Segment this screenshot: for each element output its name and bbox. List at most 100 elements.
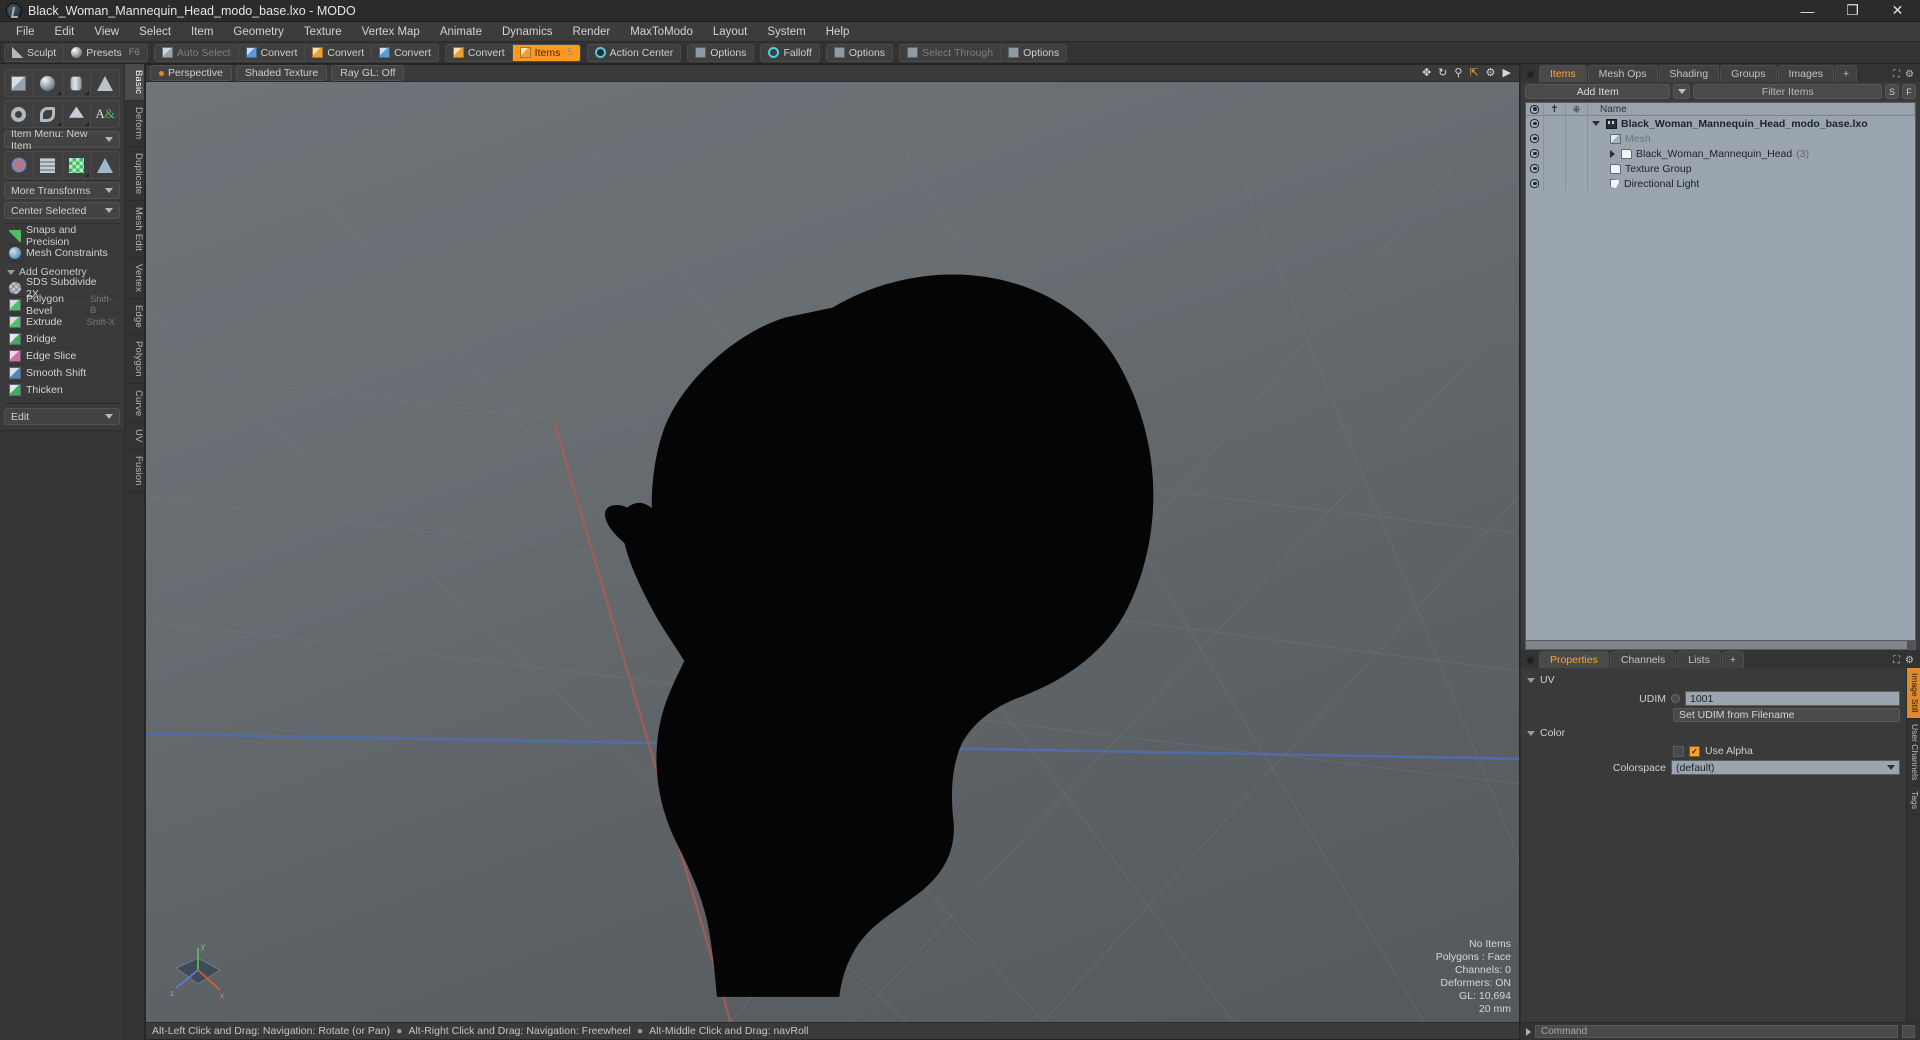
more-transforms-dropdown[interactable]: More Transforms (4, 182, 120, 199)
bridge-item[interactable]: Bridge (4, 331, 120, 348)
menu-vertex-map[interactable]: Vertex Map (352, 24, 430, 40)
row-name-cell-4[interactable]: Directional Light (1588, 176, 1915, 191)
vtab-curve[interactable]: Curve (125, 384, 144, 424)
play-icon[interactable]: ▶ (1503, 67, 1511, 79)
column-transform[interactable]: ⎈ (1566, 103, 1588, 115)
vtab-vertex[interactable]: Vertex (125, 258, 144, 300)
expander-right-icon[interactable] (1610, 149, 1615, 158)
cube-primitive-button[interactable] (5, 70, 34, 96)
extrude-item[interactable]: Extrude Shift-X (4, 314, 120, 331)
tab-properties-add[interactable]: + (1721, 651, 1744, 668)
toolbar-convert-button-3[interactable]: Convert (372, 45, 438, 61)
toolbar-convert-button-1[interactable]: Convert (239, 44, 306, 61)
table-row[interactable]: Black_Woman_Mannequin_Head (3) (1526, 146, 1915, 161)
use-alpha-prefix-box[interactable] (1673, 745, 1684, 757)
toolbar-convert-button-2[interactable]: Convert (305, 44, 373, 61)
toolbar-options-button-2[interactable]: Options (827, 45, 892, 61)
set-udim-button[interactable]: Set UDIM from Filename (1673, 708, 1900, 722)
vtab-deform[interactable]: Deform (125, 101, 144, 147)
menu-view[interactable]: View (84, 24, 129, 40)
text-primitive-button[interactable]: A& (91, 101, 119, 127)
cone-primitive-button[interactable] (91, 70, 119, 96)
row-name-cell-1[interactable]: Mesh (1588, 131, 1915, 146)
tab-images[interactable]: Images (1777, 65, 1834, 82)
tab-items[interactable]: Items (1539, 65, 1587, 82)
row-lock-cell-4[interactable] (1544, 176, 1566, 191)
smooth-shift-item[interactable]: Smooth Shift (4, 365, 120, 382)
edit-dropdown[interactable]: Edit (4, 408, 120, 425)
tab-groups[interactable]: Groups (1720, 65, 1777, 82)
menu-geometry[interactable]: Geometry (223, 24, 294, 40)
item-menu-dropdown[interactable]: Item Menu: New Item (4, 128, 120, 152)
properties-menu-icon[interactable] (1527, 657, 1534, 664)
polygon-bevel-item[interactable]: Polygon Bevel Shift-B (4, 293, 120, 317)
udim-input[interactable]: 1001 (1685, 691, 1900, 706)
colorspace-select[interactable]: (default) (1671, 760, 1900, 775)
row-name-cell-0[interactable]: Black_Woman_Mannequin_Head_modo_base.lxo (1588, 116, 1915, 131)
tab-channels[interactable]: Channels (1609, 651, 1677, 668)
maximize-button[interactable]: ❐ (1830, 0, 1875, 21)
minimize-button[interactable]: — (1785, 0, 1830, 21)
fit-icon[interactable]: ⇱ (1469, 67, 1478, 79)
gear-icon[interactable]: ⚙ (1486, 67, 1496, 79)
edge-slice-item[interactable]: Edge Slice (4, 348, 120, 365)
row-name-cell-3[interactable]: Texture Group (1588, 161, 1915, 176)
mesh-constraints-item[interactable]: Mesh Constraints (4, 245, 120, 262)
column-visibility[interactable] (1526, 103, 1544, 115)
row-transform-cell-0[interactable] (1566, 116, 1588, 131)
toolbar-options-button-3[interactable]: Options (1001, 45, 1066, 61)
menu-help[interactable]: Help (816, 24, 860, 40)
grid-deform-button[interactable] (34, 152, 63, 178)
viewport-perspective-dropdown[interactable]: Perspective (150, 65, 232, 81)
toolbar-auto-select-button[interactable]: Auto Select (155, 44, 239, 61)
color-section-header[interactable]: Color (1521, 724, 1906, 742)
menu-animate[interactable]: Animate (430, 24, 492, 40)
menu-file[interactable]: File (6, 24, 45, 40)
snaps-and-precision-item[interactable]: Snaps and Precision (4, 224, 120, 248)
viewport-shading-dropdown[interactable]: Shaded Texture (235, 65, 328, 81)
vtab-uv[interactable]: UV (125, 423, 144, 450)
row-lock-cell-0[interactable] (1544, 116, 1566, 131)
sphere-primitive-button[interactable] (34, 70, 63, 96)
menu-edit[interactable]: Edit (45, 24, 85, 40)
properties-options-icon[interactable]: ⚙ (1905, 655, 1914, 666)
close-button[interactable]: ✕ (1875, 0, 1920, 21)
command-input[interactable]: Command (1535, 1025, 1898, 1038)
toolbar-sculpt-button[interactable]: Sculpt (5, 44, 65, 61)
toolbar-select-through-button[interactable]: Select Through (900, 44, 1002, 61)
menu-layout[interactable]: Layout (703, 24, 758, 40)
torus-primitive-button[interactable] (5, 101, 34, 127)
toolbar-falloff-button[interactable]: Falloff (761, 45, 818, 61)
vtab-basic[interactable]: Basic (125, 64, 144, 102)
use-alpha-checkbox[interactable]: ✓ (1689, 745, 1700, 757)
table-row[interactable]: Black_Woman_Mannequin_Head_modo_base.lxo (1526, 116, 1915, 131)
table-row[interactable]: Directional Light (1526, 176, 1915, 191)
toolbar-action-center-button[interactable]: Action Center (588, 45, 681, 61)
row-transform-cell-2[interactable] (1566, 146, 1588, 161)
row-transform-cell-4[interactable] (1566, 176, 1588, 191)
udim-anim-icon[interactable] (1671, 694, 1680, 703)
toolbar-options-button-1[interactable]: Options (688, 45, 753, 61)
tab-shading[interactable]: Shading (1658, 65, 1720, 82)
lattice-deform-button[interactable] (91, 152, 119, 178)
viewport-3d[interactable]: y x z No Items Polygons : Face Channels:… (146, 82, 1519, 1022)
row-lock-cell-2[interactable] (1544, 146, 1566, 161)
table-row[interactable]: Texture Group (1526, 161, 1915, 176)
panel-options-icon[interactable]: ⚙ (1905, 69, 1914, 80)
polygon-primitive-button[interactable] (63, 101, 92, 127)
menu-maxtomodo[interactable]: MaxToModo (620, 24, 703, 40)
row-visibility-toggle-1[interactable] (1526, 131, 1544, 146)
transform-gizmo-button[interactable] (5, 152, 34, 178)
menu-select[interactable]: Select (129, 24, 181, 40)
move-icon[interactable]: ✥ (1422, 67, 1431, 79)
zoom-icon[interactable]: ⚲ (1454, 67, 1462, 79)
column-name[interactable]: Name (1588, 103, 1915, 115)
row-visibility-toggle[interactable] (1526, 116, 1544, 131)
side-tab-image-still[interactable]: Image Still (1907, 668, 1920, 719)
vtab-polygon[interactable]: Polygon (125, 335, 144, 384)
side-tab-tags[interactable]: Tags (1907, 786, 1920, 815)
row-visibility-toggle-3[interactable] (1526, 161, 1544, 176)
side-tab-user-channels[interactable]: User Channels (1907, 719, 1920, 786)
row-name-cell-2[interactable]: Black_Woman_Mannequin_Head (3) (1588, 146, 1915, 161)
filter-s-button[interactable]: S (1885, 84, 1899, 99)
